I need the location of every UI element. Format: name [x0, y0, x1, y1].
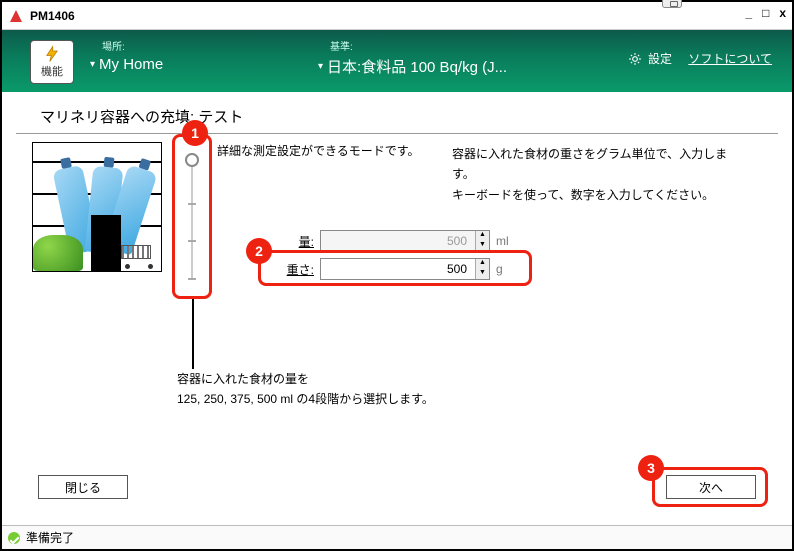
close-window-button[interactable]: x: [779, 6, 786, 20]
criteria-value: 日本:食料品 100 Bq/kg (J...: [327, 56, 507, 77]
chevron-down-icon: ▾: [90, 59, 95, 70]
chevron-down-icon: ▾: [318, 61, 323, 72]
lightning-icon: [43, 45, 61, 63]
window-controls: _ □ x: [745, 6, 786, 20]
header-bar: 機能 場所: ▾ My Home 基準: ▾ 日本:食料品 100 Bq/kg …: [2, 30, 792, 92]
spin-up-icon: ▲: [475, 231, 489, 241]
callout-2-outline: [258, 250, 532, 286]
volume-input: [320, 230, 490, 252]
status-text: 準備完了: [26, 529, 74, 546]
app-window: PM1406 _ □ x 機能 場所: ▾ My Home 基準: ▾ 日本:食…: [0, 0, 794, 551]
location-dropdown[interactable]: ▾ My Home: [90, 56, 163, 73]
sample-image: [32, 142, 162, 272]
settings-link[interactable]: 設定: [628, 50, 672, 67]
slider-tick: [188, 240, 196, 242]
slider-tick: [188, 278, 196, 280]
criteria-dropdown[interactable]: ▾ 日本:食料品 100 Bq/kg (J...: [318, 56, 507, 77]
section-title: マリネリ容器への充填: テスト: [16, 92, 778, 134]
content-area: マリネリ容器への充填: テスト: [2, 92, 792, 525]
callout-3: 3: [638, 455, 664, 481]
pin-icon: [662, 0, 682, 8]
app-icon: [8, 8, 24, 24]
slider-description: 容器に入れた食材の量を 125, 250, 375, 500 ml の4段階から…: [177, 369, 434, 410]
volume-slider[interactable]: [172, 134, 212, 299]
slider-thumb[interactable]: [185, 153, 199, 167]
location-value: My Home: [99, 56, 163, 73]
callout-3-outline: [652, 467, 768, 507]
status-bar: 準備完了: [2, 525, 792, 549]
window-title: PM1406: [30, 9, 75, 23]
about-link[interactable]: ソフトについて: [688, 50, 772, 67]
mode-description: 詳細な測定設定ができるモードです。: [217, 142, 420, 159]
titlebar: PM1406 _ □ x: [2, 2, 792, 30]
callout-connector: [192, 299, 194, 369]
maximize-button[interactable]: □: [762, 6, 769, 20]
functions-label: 機能: [41, 63, 63, 79]
status-ok-icon: [8, 532, 20, 544]
criteria-label: 基準:: [330, 38, 353, 53]
settings-label: 設定: [648, 50, 672, 67]
slider-tick: [188, 203, 196, 205]
volume-label: 量:: [270, 233, 314, 250]
callout-2: 2: [246, 238, 272, 264]
volume-row: 量: ▲▼ ml: [270, 230, 516, 252]
close-button[interactable]: 閉じる: [38, 475, 128, 499]
minimize-button[interactable]: _: [745, 6, 752, 20]
gear-icon: [628, 52, 642, 66]
location-label: 場所:: [102, 38, 125, 53]
volume-unit: ml: [496, 234, 516, 248]
functions-button[interactable]: 機能: [30, 40, 74, 84]
weight-description: 容器に入れた食材の重さをグラム単位で、入力します。 キーボードを使って、数字を入…: [452, 144, 732, 205]
main-panel: 1 詳細な測定設定ができるモードです。 容器に入れた食材の量を 125, 250…: [2, 134, 792, 517]
callout-1: 1: [182, 120, 208, 146]
